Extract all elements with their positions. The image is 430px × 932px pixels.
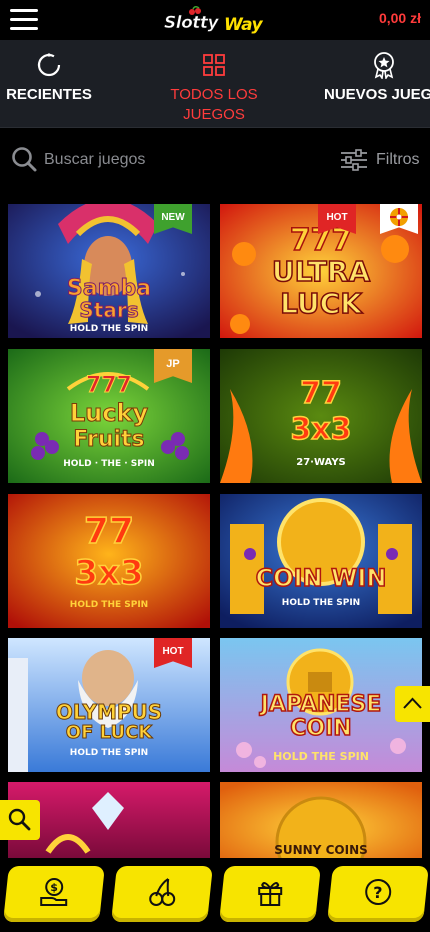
- filter-label: Filtros: [376, 151, 420, 168]
- game-subtitle: HOLD · THE · SPIN: [63, 459, 155, 469]
- game-tile-samba-stars[interactable]: Samba Stars HOLD THE SPIN NEW: [8, 204, 210, 338]
- nav-casino-button[interactable]: [111, 866, 213, 922]
- tab-all-games-label-1: TODOS LOS: [170, 86, 258, 103]
- cash-icon: $: [40, 878, 68, 906]
- tab-recent-label: RECIENTES: [6, 86, 92, 103]
- game-title: Samba: [66, 276, 152, 301]
- search-input[interactable]: [44, 148, 284, 172]
- game-title-2: 3x3: [290, 412, 353, 447]
- tab-new-games-label: NUEVOS JUEGO: [323, 86, 430, 103]
- search-icon: [12, 147, 37, 172]
- tab-new-games[interactable]: NUEVOS JUEGO: [314, 40, 430, 127]
- category-tabs: RECIENTES TODOS LOS JUEGOS NUEVOS JUEGO: [0, 40, 430, 128]
- game-title-2: ULTRA: [271, 255, 371, 288]
- search-icon: [8, 808, 31, 831]
- game-title-2: 3x3: [74, 553, 145, 593]
- nav-promotions-button[interactable]: [219, 866, 321, 922]
- game-subtitle: HOLD THE SPIN: [69, 600, 149, 610]
- tab-all-games-label-2: JUEGOS: [183, 106, 245, 123]
- tab-all-games[interactable]: TODOS LOS JUEGOS: [158, 40, 270, 127]
- filter-button[interactable]: Filtros: [340, 146, 420, 174]
- svg-text:$: $: [50, 881, 58, 894]
- game-title: OLYMPUS: [55, 700, 163, 724]
- game-title: COIN WIN: [255, 564, 387, 592]
- nav-cashier-button[interactable]: $: [3, 866, 105, 922]
- game-title-3: LUCK: [279, 287, 362, 320]
- tab-recent[interactable]: RECIENTES: [0, 40, 98, 127]
- help-icon: ?: [365, 879, 392, 905]
- chevron-up-icon: [403, 697, 422, 709]
- top-header: Slotty Way 0,00 zł: [0, 0, 430, 40]
- refresh-icon: [37, 53, 61, 77]
- grid-icon: [203, 54, 225, 76]
- scroll-top-button[interactable]: [395, 686, 430, 722]
- game-tile-ultra-luck[interactable]: 777 ULTRA LUCK HOT: [220, 204, 422, 338]
- slottyway-logo[interactable]: Slotty Way: [162, 6, 272, 36]
- badge-star-icon: [374, 52, 394, 79]
- game-title-3: Fruits: [73, 427, 145, 452]
- game-subtitle: HOLD THE SPIN: [281, 598, 361, 608]
- bottom-nav: $ ?: [0, 858, 430, 932]
- game-title: SUNNY COINS: [274, 843, 368, 857]
- game-title-2: Stars: [79, 298, 139, 322]
- logo-text-slotty: Slotty: [164, 13, 220, 33]
- game-tile-coin-win[interactable]: COIN WIN HOLD THE SPIN: [220, 494, 422, 628]
- game-tile-3x3-27-ways[interactable]: 77 3x3 27·WAYS: [220, 349, 422, 483]
- game-subtitle: 27·WAYS: [296, 457, 346, 468]
- game-title: 77: [299, 376, 342, 411]
- game-tile-olympus-of-luck[interactable]: OLYMPUS OF LUCK HOLD THE SPIN HOT: [8, 638, 210, 772]
- cherries-icon: [149, 878, 176, 906]
- game-title-2: OF LUCK: [65, 722, 153, 743]
- game-tile-lucky-fruits[interactable]: 777 Lucky Fruits HOLD · THE · SPIN JP: [8, 349, 210, 483]
- game-subtitle: HOLD THE SPIN: [69, 748, 149, 758]
- game-title: JAPANESE: [260, 692, 382, 717]
- logo-text-way: Way: [224, 15, 264, 35]
- balance-amount[interactable]: 0,00 zł: [379, 10, 421, 26]
- game-title: 77: [83, 511, 135, 552]
- game-title-2: Lucky: [69, 399, 149, 427]
- search-bar: Filtros: [0, 128, 430, 192]
- sliders-icon: [341, 149, 367, 171]
- game-subtitle: HOLD THE SPIN: [273, 750, 369, 763]
- game-title-2: COIN: [290, 716, 353, 741]
- game-tile-japanese-coin[interactable]: JAPANESE COIN HOLD THE SPIN: [220, 638, 422, 772]
- game-subtitle: HOLD THE SPIN: [69, 324, 149, 334]
- nav-help-button[interactable]: ?: [327, 866, 429, 922]
- game-tile-sunny-coins[interactable]: SUNNY COINS: [220, 782, 422, 858]
- quick-search-button[interactable]: [0, 800, 40, 840]
- menu-icon[interactable]: [10, 9, 38, 31]
- svg-text:?: ?: [373, 883, 382, 902]
- game-tile-3x3-hold-the-spin[interactable]: 77 3x3 HOLD THE SPIN: [8, 494, 210, 628]
- gift-icon: [258, 882, 283, 906]
